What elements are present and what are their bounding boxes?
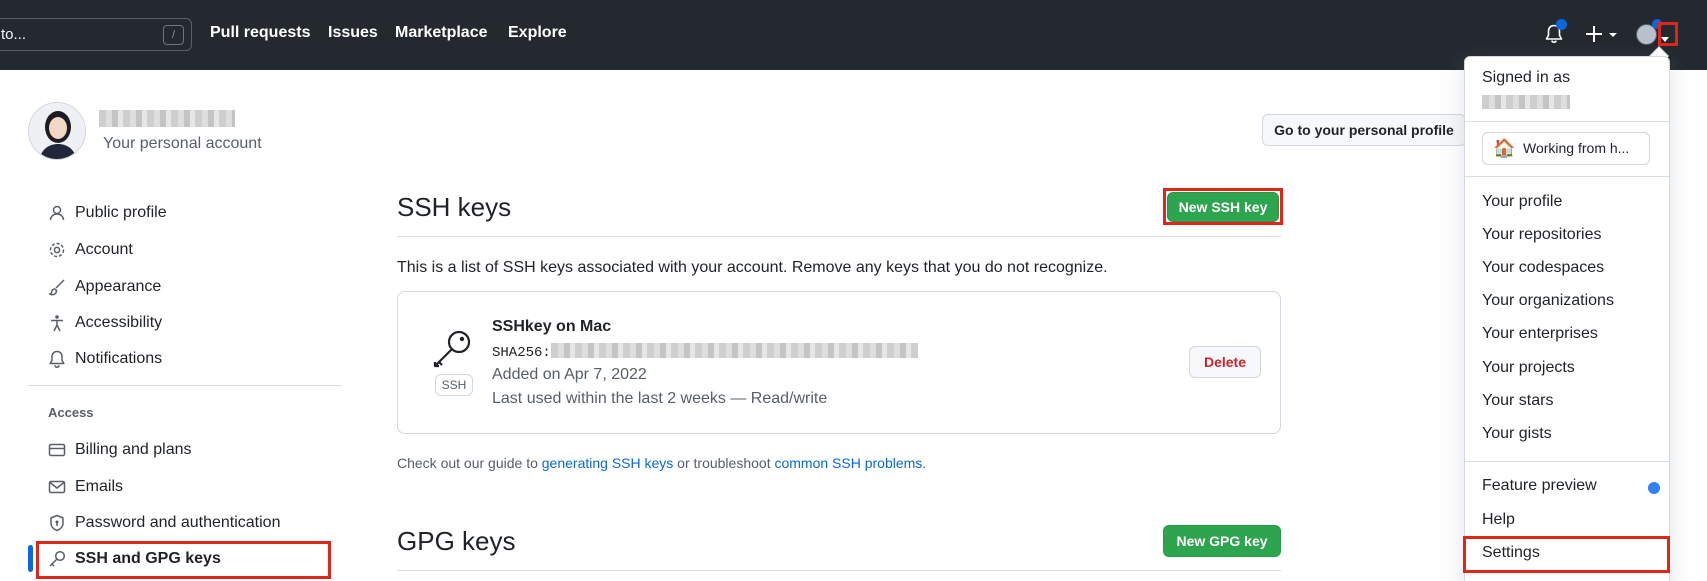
guide-text-start: Check out our guide to (397, 455, 542, 471)
guide-text-middle: or troubleshoot (673, 455, 775, 471)
generating-ssh-keys-link[interactable]: generating SSH keys (542, 455, 674, 471)
top-header: to... / Pull requests Issues Marketplace… (0, 0, 1707, 70)
menu-your-stars[interactable]: Your stars (1482, 392, 1553, 410)
signed-in-label: Signed in as (1482, 69, 1571, 86)
ssh-intro-text: This is a list of SSH keys associated wi… (397, 259, 1108, 276)
ssh-key-type-badge: SSH (435, 374, 473, 396)
sidebar-item-appearance[interactable]: Appearance (48, 274, 161, 300)
sidebar-item-billing[interactable]: Billing and plans (48, 437, 192, 463)
sidebar-divider (28, 385, 342, 386)
ssh-key-card: SSH SSHkey on Mac SHA256: Added on Apr 7… (397, 291, 1281, 434)
mail-icon (48, 478, 66, 496)
shield-lock-icon (48, 514, 66, 532)
dropdown-divider (1465, 121, 1669, 122)
ssh-key-last-used: Last used within the last 2 weeks — Read… (492, 390, 828, 407)
delete-ssh-key-button[interactable]: Delete (1189, 346, 1261, 378)
sidebar-section-heading: Access (48, 405, 94, 420)
gpg-keys-title: GPG keys (397, 526, 516, 556)
profile-avatar (28, 102, 86, 160)
menu-your-projects[interactable]: Your projects (1482, 359, 1575, 377)
paintbrush-icon (48, 278, 66, 296)
sidebar-item-password-auth[interactable]: Password and authentication (48, 510, 280, 536)
nav-issues[interactable]: Issues (328, 24, 378, 42)
menu-your-gists[interactable]: Your gists (1482, 425, 1552, 443)
sidebar-item-accessibility[interactable]: Accessibility (48, 310, 162, 336)
accessibility-icon (48, 314, 66, 332)
house-icon: 🏠 (1493, 138, 1516, 158)
sidebar-item-notifications[interactable]: Notifications (48, 346, 162, 372)
ssh-key-fingerprint-label: SHA256: (492, 345, 551, 361)
ssh-keys-title: SSH keys (397, 192, 512, 222)
sidebar-item-account[interactable]: Account (48, 237, 133, 263)
ssh-section-divider (397, 236, 1281, 237)
new-gpg-key-button[interactable]: New GPG key (1163, 525, 1281, 557)
sidebar-item-public-profile[interactable]: Public profile (48, 200, 167, 226)
sidebar-item-label: Emails (75, 478, 124, 495)
go-to-profile-button[interactable]: Go to your personal profile (1262, 114, 1466, 146)
user-dropdown-menu: Signed in as 🏠 Working from h... Your pr… (1464, 56, 1670, 581)
menu-help[interactable]: Help (1482, 511, 1515, 529)
bell-icon (48, 350, 66, 369)
sidebar-item-emails[interactable]: Emails (48, 474, 123, 500)
create-new-plus-icon[interactable] (1586, 25, 1620, 46)
search-input[interactable]: to... / (0, 18, 192, 51)
nav-explore[interactable]: Explore (508, 24, 567, 42)
credit-card-icon (48, 441, 66, 459)
guide-text-end: . (922, 455, 927, 471)
sidebar-item-label: Notifications (75, 350, 163, 367)
gear-icon (48, 241, 66, 259)
common-ssh-problems-link[interactable]: common SSH problems (774, 455, 922, 471)
menu-feature-preview[interactable]: Feature preview (1482, 477, 1597, 495)
sidebar-item-label: Appearance (75, 278, 162, 295)
sidebar-item-label: Password and authentication (75, 514, 281, 531)
active-indicator (28, 545, 33, 572)
sidebar-item-label: Account (75, 241, 133, 258)
person-icon (48, 204, 66, 222)
menu-your-enterprises[interactable]: Your enterprises (1482, 325, 1598, 343)
avatar-dropdown-highlight (1658, 22, 1678, 46)
sidebar-item-label: Public profile (75, 204, 167, 221)
menu-your-codespaces[interactable]: Your codespaces (1482, 259, 1604, 277)
dropdown-divider (1465, 461, 1669, 462)
redacted-username (99, 110, 235, 127)
feature-preview-indicator (1648, 482, 1660, 494)
new-ssh-key-highlight (1163, 188, 1283, 225)
nav-marketplace[interactable]: Marketplace (395, 24, 488, 42)
redacted-fingerprint (551, 343, 918, 358)
account-subtitle: Your personal account (103, 135, 262, 152)
ssh-key-name: SSHkey on Mac (492, 318, 612, 335)
nav-pull-requests[interactable]: Pull requests (210, 24, 310, 42)
sidebar-item-label: Billing and plans (75, 441, 192, 458)
ssh-key-added-date: Added on Apr 7, 2022 (492, 366, 647, 383)
sidebar-item-label: Accessibility (75, 314, 163, 331)
menu-your-organizations[interactable]: Your organizations (1482, 292, 1614, 310)
redacted-signed-in-user (1482, 95, 1570, 109)
search-placeholder: to... (1, 26, 27, 43)
search-shortcut-hint: / (163, 25, 184, 45)
ssh-gpg-keys-highlight (36, 541, 331, 579)
key-icon (431, 328, 473, 373)
gpg-section-divider (397, 570, 1281, 571)
menu-your-repositories[interactable]: Your repositories (1482, 226, 1601, 244)
ssh-guide-text: Check out our guide to generating SSH ke… (397, 455, 926, 471)
menu-your-profile[interactable]: Your profile (1482, 193, 1562, 211)
dropdown-divider (1465, 176, 1669, 177)
set-status-button[interactable]: 🏠 Working from h... (1482, 132, 1650, 165)
settings-highlight (1463, 536, 1670, 573)
notification-indicator (1556, 19, 1567, 30)
status-text: Working from h... (1523, 140, 1630, 156)
